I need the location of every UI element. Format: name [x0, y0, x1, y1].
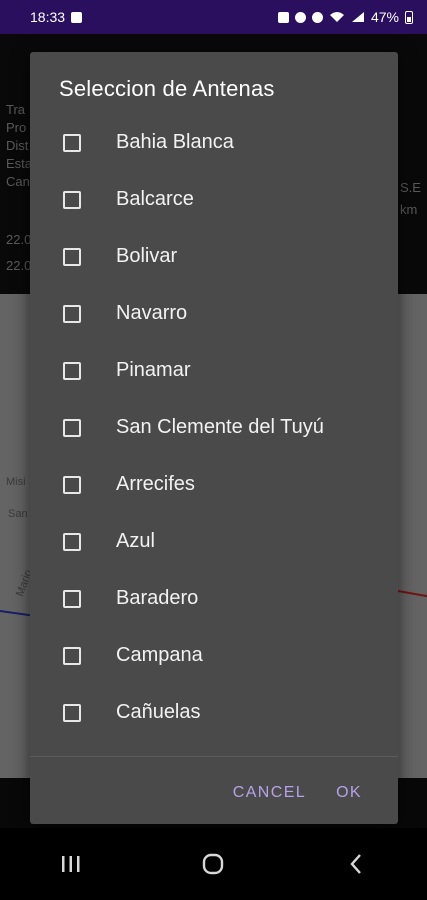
lock-icon: [277, 11, 289, 23]
list-item[interactable]: Balcarce: [30, 171, 398, 228]
home-button[interactable]: [183, 844, 243, 884]
back-icon: [350, 854, 361, 874]
status-bar: 18:33 47%: [0, 0, 427, 34]
battery-percent: 47%: [370, 9, 399, 25]
item-label: Azul: [116, 530, 155, 552]
home-icon: [203, 853, 224, 875]
checkbox[interactable]: [63, 304, 81, 323]
list-item-partial[interactable]: [30, 741, 398, 756]
checkbox[interactable]: [63, 190, 81, 209]
dialog-actions: CANCEL OK: [223, 778, 398, 808]
checkbox[interactable]: [63, 418, 81, 437]
dialog-title: Seleccion de Antenas: [59, 76, 275, 101]
image-icon: [71, 11, 83, 23]
checkbox[interactable]: [63, 703, 81, 722]
checkbox[interactable]: [63, 532, 81, 551]
list-item[interactable]: Azul: [30, 513, 398, 570]
item-label: Pinamar: [116, 359, 191, 381]
checkbox[interactable]: [63, 133, 81, 152]
list-item[interactable]: Bahia Blanca: [30, 114, 398, 171]
checkbox[interactable]: [63, 589, 81, 608]
antenna-list[interactable]: Bahia Blanca Balcarce Bolivar Navarro Pi…: [30, 114, 398, 756]
signal-icon: [351, 12, 364, 22]
location-icon: [311, 11, 323, 23]
list-item[interactable]: Cañuelas: [30, 684, 398, 741]
alarm-icon: [294, 11, 306, 23]
recent-apps-button[interactable]: [41, 844, 101, 884]
list-item[interactable]: Arrecifes: [30, 456, 398, 513]
recent-apps-icon: [62, 856, 80, 872]
item-label: Campana: [116, 644, 203, 666]
list-item[interactable]: Campana: [30, 627, 398, 684]
cancel-button[interactable]: CANCEL: [223, 778, 316, 808]
item-label: San Clemente del Tuyú: [116, 416, 324, 438]
antenna-selection-dialog: Seleccion de Antenas Bahia Blanca Balcar…: [30, 52, 398, 824]
wifi-icon: [329, 12, 344, 22]
list-item[interactable]: Pinamar: [30, 342, 398, 399]
checkbox[interactable]: [63, 646, 81, 665]
item-label: Bahia Blanca: [116, 131, 234, 153]
navigation-bar: [0, 828, 427, 900]
item-label: Arrecifes: [116, 473, 195, 495]
status-time: 18:33: [30, 9, 66, 25]
checkbox[interactable]: [63, 361, 81, 380]
ok-button[interactable]: OK: [326, 778, 372, 808]
list-item[interactable]: Navarro: [30, 285, 398, 342]
list-item[interactable]: San Clemente del Tuyú: [30, 399, 398, 456]
item-label: Cañuelas: [116, 701, 201, 723]
list-item[interactable]: Bolivar: [30, 228, 398, 285]
dialog-divider: [30, 756, 398, 757]
item-label: Balcarce: [116, 188, 194, 210]
item-label: Baradero: [116, 587, 199, 609]
battery-icon: [405, 10, 413, 24]
checkbox[interactable]: [63, 247, 81, 266]
list-item[interactable]: Baradero: [30, 570, 398, 627]
item-label: Bolivar: [116, 245, 178, 267]
item-label: Navarro: [116, 302, 188, 324]
back-button[interactable]: [326, 844, 386, 884]
checkbox[interactable]: [63, 475, 81, 494]
